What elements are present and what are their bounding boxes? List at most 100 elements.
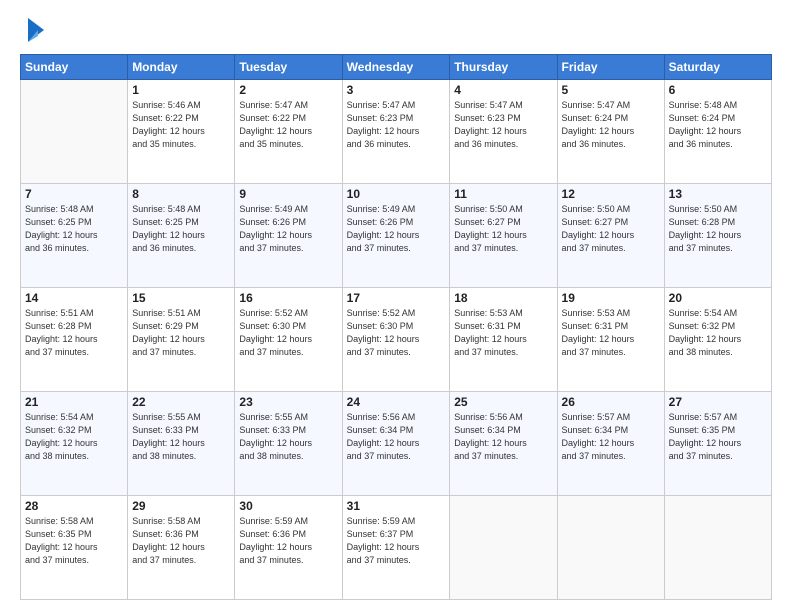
day-info: Sunrise: 5:47 AM Sunset: 6:22 PM Dayligh… bbox=[239, 99, 337, 151]
col-header-friday: Friday bbox=[557, 55, 664, 80]
calendar-cell: 12Sunrise: 5:50 AM Sunset: 6:27 PM Dayli… bbox=[557, 184, 664, 288]
day-info: Sunrise: 5:47 AM Sunset: 6:24 PM Dayligh… bbox=[562, 99, 660, 151]
week-row-5: 28Sunrise: 5:58 AM Sunset: 6:35 PM Dayli… bbox=[21, 496, 772, 600]
day-info: Sunrise: 5:56 AM Sunset: 6:34 PM Dayligh… bbox=[454, 411, 552, 463]
calendar-cell: 15 Sunrise: 5:51 AM Sunset: 6:29 PM Dayli… bbox=[128, 288, 235, 392]
day-number: 19 bbox=[562, 291, 660, 305]
day-number: 1 bbox=[132, 83, 230, 97]
col-header-tuesday: Tuesday bbox=[235, 55, 342, 80]
day-number: 3 bbox=[347, 83, 446, 97]
calendar-cell: 24 Sunrise: 5:56 AM Sunset: 6:34 PM Dayli… bbox=[342, 392, 450, 496]
logo bbox=[20, 16, 48, 44]
calendar-cell bbox=[664, 496, 771, 600]
day-info: Sunrise: 5:53 AM Sunset: 6:31 PM Dayligh… bbox=[562, 307, 660, 359]
day-number: 10 bbox=[347, 187, 446, 201]
day-info: Sunrise: 5:50 AM Sunset: 6:28 PM Dayligh… bbox=[669, 203, 767, 255]
calendar: SundayMondayTuesdayWednesdayThursdayFrid… bbox=[20, 54, 772, 600]
day-number: 26 bbox=[562, 395, 660, 409]
calendar-cell: 7 Sunrise: 5:48 AM Sunset: 6:25 PM Daylig… bbox=[21, 184, 128, 288]
calendar-cell: 22Sunrise: 5:55 AM Sunset: 6:33 PM Dayli… bbox=[128, 392, 235, 496]
logo-icon bbox=[24, 16, 48, 44]
col-header-thursday: Thursday bbox=[450, 55, 557, 80]
day-info: Sunrise: 5:48 AM Sunset: 6:24 PM Dayligh… bbox=[669, 99, 767, 151]
day-info: Sunrise: 5:51 AM Sunset: 6:29 PM Dayligh… bbox=[132, 307, 230, 359]
week-row-4: 21 Sunrise: 5:54 AM Sunset: 6:32 PM Dayli… bbox=[21, 392, 772, 496]
calendar-cell: 13 Sunrise: 5:50 AM Sunset: 6:28 PM Dayli… bbox=[664, 184, 771, 288]
day-number: 27 bbox=[669, 395, 767, 409]
day-number: 13 bbox=[669, 187, 767, 201]
calendar-cell: 6 Sunrise: 5:48 AM Sunset: 6:24 PM Daylig… bbox=[664, 80, 771, 184]
day-info: Sunrise: 5:59 AM Sunset: 6:37 PM Dayligh… bbox=[347, 515, 446, 567]
calendar-cell: 16 Sunrise: 5:52 AM Sunset: 6:30 PM Dayli… bbox=[235, 288, 342, 392]
day-number: 24 bbox=[347, 395, 446, 409]
calendar-cell: 29 Sunrise: 5:58 AM Sunset: 6:36 PM Dayli… bbox=[128, 496, 235, 600]
day-number: 9 bbox=[239, 187, 337, 201]
day-number: 23 bbox=[239, 395, 337, 409]
day-info: Sunrise: 5:52 AM Sunset: 6:30 PM Dayligh… bbox=[347, 307, 446, 359]
calendar-cell: 30Sunrise: 5:59 AM Sunset: 6:36 PM Dayli… bbox=[235, 496, 342, 600]
day-info: Sunrise: 5:49 AM Sunset: 6:26 PM Dayligh… bbox=[239, 203, 337, 255]
day-info: Sunrise: 5:54 AM Sunset: 6:32 PM Dayligh… bbox=[25, 411, 123, 463]
calendar-cell: 28Sunrise: 5:58 AM Sunset: 6:35 PM Dayli… bbox=[21, 496, 128, 600]
calendar-cell: 4Sunrise: 5:47 AM Sunset: 6:23 PM Daylig… bbox=[450, 80, 557, 184]
day-info: Sunrise: 5:55 AM Sunset: 6:33 PM Dayligh… bbox=[239, 411, 337, 463]
day-info: Sunrise: 5:54 AM Sunset: 6:32 PM Dayligh… bbox=[669, 307, 767, 359]
day-info: Sunrise: 5:50 AM Sunset: 6:27 PM Dayligh… bbox=[454, 203, 552, 255]
day-number: 28 bbox=[25, 499, 123, 513]
week-row-1: 1 Sunrise: 5:46 AM Sunset: 6:22 PM Daylig… bbox=[21, 80, 772, 184]
day-info: Sunrise: 5:53 AM Sunset: 6:31 PM Dayligh… bbox=[454, 307, 552, 359]
calendar-cell: 27 Sunrise: 5:57 AM Sunset: 6:35 PM Dayli… bbox=[664, 392, 771, 496]
day-number: 18 bbox=[454, 291, 552, 305]
calendar-cell: 31 Sunrise: 5:59 AM Sunset: 6:37 PM Dayli… bbox=[342, 496, 450, 600]
day-number: 31 bbox=[347, 499, 446, 513]
calendar-cell: 17Sunrise: 5:52 AM Sunset: 6:30 PM Dayli… bbox=[342, 288, 450, 392]
calendar-cell: 25 Sunrise: 5:56 AM Sunset: 6:34 PM Dayli… bbox=[450, 392, 557, 496]
calendar-cell: 8 Sunrise: 5:48 AM Sunset: 6:25 PM Daylig… bbox=[128, 184, 235, 288]
day-info: Sunrise: 5:49 AM Sunset: 6:26 PM Dayligh… bbox=[347, 203, 446, 255]
day-info: Sunrise: 5:58 AM Sunset: 6:36 PM Dayligh… bbox=[132, 515, 230, 567]
calendar-cell: 5 Sunrise: 5:47 AM Sunset: 6:24 PM Daylig… bbox=[557, 80, 664, 184]
day-info: Sunrise: 5:57 AM Sunset: 6:34 PM Dayligh… bbox=[562, 411, 660, 463]
calendar-cell: 26 Sunrise: 5:57 AM Sunset: 6:34 PM Dayli… bbox=[557, 392, 664, 496]
day-number: 16 bbox=[239, 291, 337, 305]
day-number: 8 bbox=[132, 187, 230, 201]
day-number: 5 bbox=[562, 83, 660, 97]
col-header-monday: Monday bbox=[128, 55, 235, 80]
col-header-saturday: Saturday bbox=[664, 55, 771, 80]
calendar-cell bbox=[557, 496, 664, 600]
day-number: 11 bbox=[454, 187, 552, 201]
calendar-cell: 9 Sunrise: 5:49 AM Sunset: 6:26 PM Daylig… bbox=[235, 184, 342, 288]
calendar-cell: 11 Sunrise: 5:50 AM Sunset: 6:27 PM Dayli… bbox=[450, 184, 557, 288]
day-number: 25 bbox=[454, 395, 552, 409]
day-info: Sunrise: 5:48 AM Sunset: 6:25 PM Dayligh… bbox=[25, 203, 123, 255]
week-row-3: 14Sunrise: 5:51 AM Sunset: 6:28 PM Dayli… bbox=[21, 288, 772, 392]
calendar-cell bbox=[450, 496, 557, 600]
calendar-cell: 3 Sunrise: 5:47 AM Sunset: 6:23 PM Daylig… bbox=[342, 80, 450, 184]
day-info: Sunrise: 5:46 AM Sunset: 6:22 PM Dayligh… bbox=[132, 99, 230, 151]
day-info: Sunrise: 5:51 AM Sunset: 6:28 PM Dayligh… bbox=[25, 307, 123, 359]
day-number: 7 bbox=[25, 187, 123, 201]
calendar-cell bbox=[21, 80, 128, 184]
day-number: 29 bbox=[132, 499, 230, 513]
day-info: Sunrise: 5:52 AM Sunset: 6:30 PM Dayligh… bbox=[239, 307, 337, 359]
day-info: Sunrise: 5:48 AM Sunset: 6:25 PM Dayligh… bbox=[132, 203, 230, 255]
week-row-2: 7 Sunrise: 5:48 AM Sunset: 6:25 PM Daylig… bbox=[21, 184, 772, 288]
day-number: 20 bbox=[669, 291, 767, 305]
calendar-cell: 21 Sunrise: 5:54 AM Sunset: 6:32 PM Dayli… bbox=[21, 392, 128, 496]
day-info: Sunrise: 5:47 AM Sunset: 6:23 PM Dayligh… bbox=[347, 99, 446, 151]
day-number: 6 bbox=[669, 83, 767, 97]
day-number: 2 bbox=[239, 83, 337, 97]
col-header-wednesday: Wednesday bbox=[342, 55, 450, 80]
day-info: Sunrise: 5:59 AM Sunset: 6:36 PM Dayligh… bbox=[239, 515, 337, 567]
day-number: 21 bbox=[25, 395, 123, 409]
page: SundayMondayTuesdayWednesdayThursdayFrid… bbox=[0, 0, 792, 612]
day-info: Sunrise: 5:57 AM Sunset: 6:35 PM Dayligh… bbox=[669, 411, 767, 463]
day-number: 4 bbox=[454, 83, 552, 97]
day-number: 12 bbox=[562, 187, 660, 201]
day-info: Sunrise: 5:56 AM Sunset: 6:34 PM Dayligh… bbox=[347, 411, 446, 463]
col-header-sunday: Sunday bbox=[21, 55, 128, 80]
day-info: Sunrise: 5:55 AM Sunset: 6:33 PM Dayligh… bbox=[132, 411, 230, 463]
calendar-header-row: SundayMondayTuesdayWednesdayThursdayFrid… bbox=[21, 55, 772, 80]
calendar-cell: 18 Sunrise: 5:53 AM Sunset: 6:31 PM Dayli… bbox=[450, 288, 557, 392]
day-number: 15 bbox=[132, 291, 230, 305]
